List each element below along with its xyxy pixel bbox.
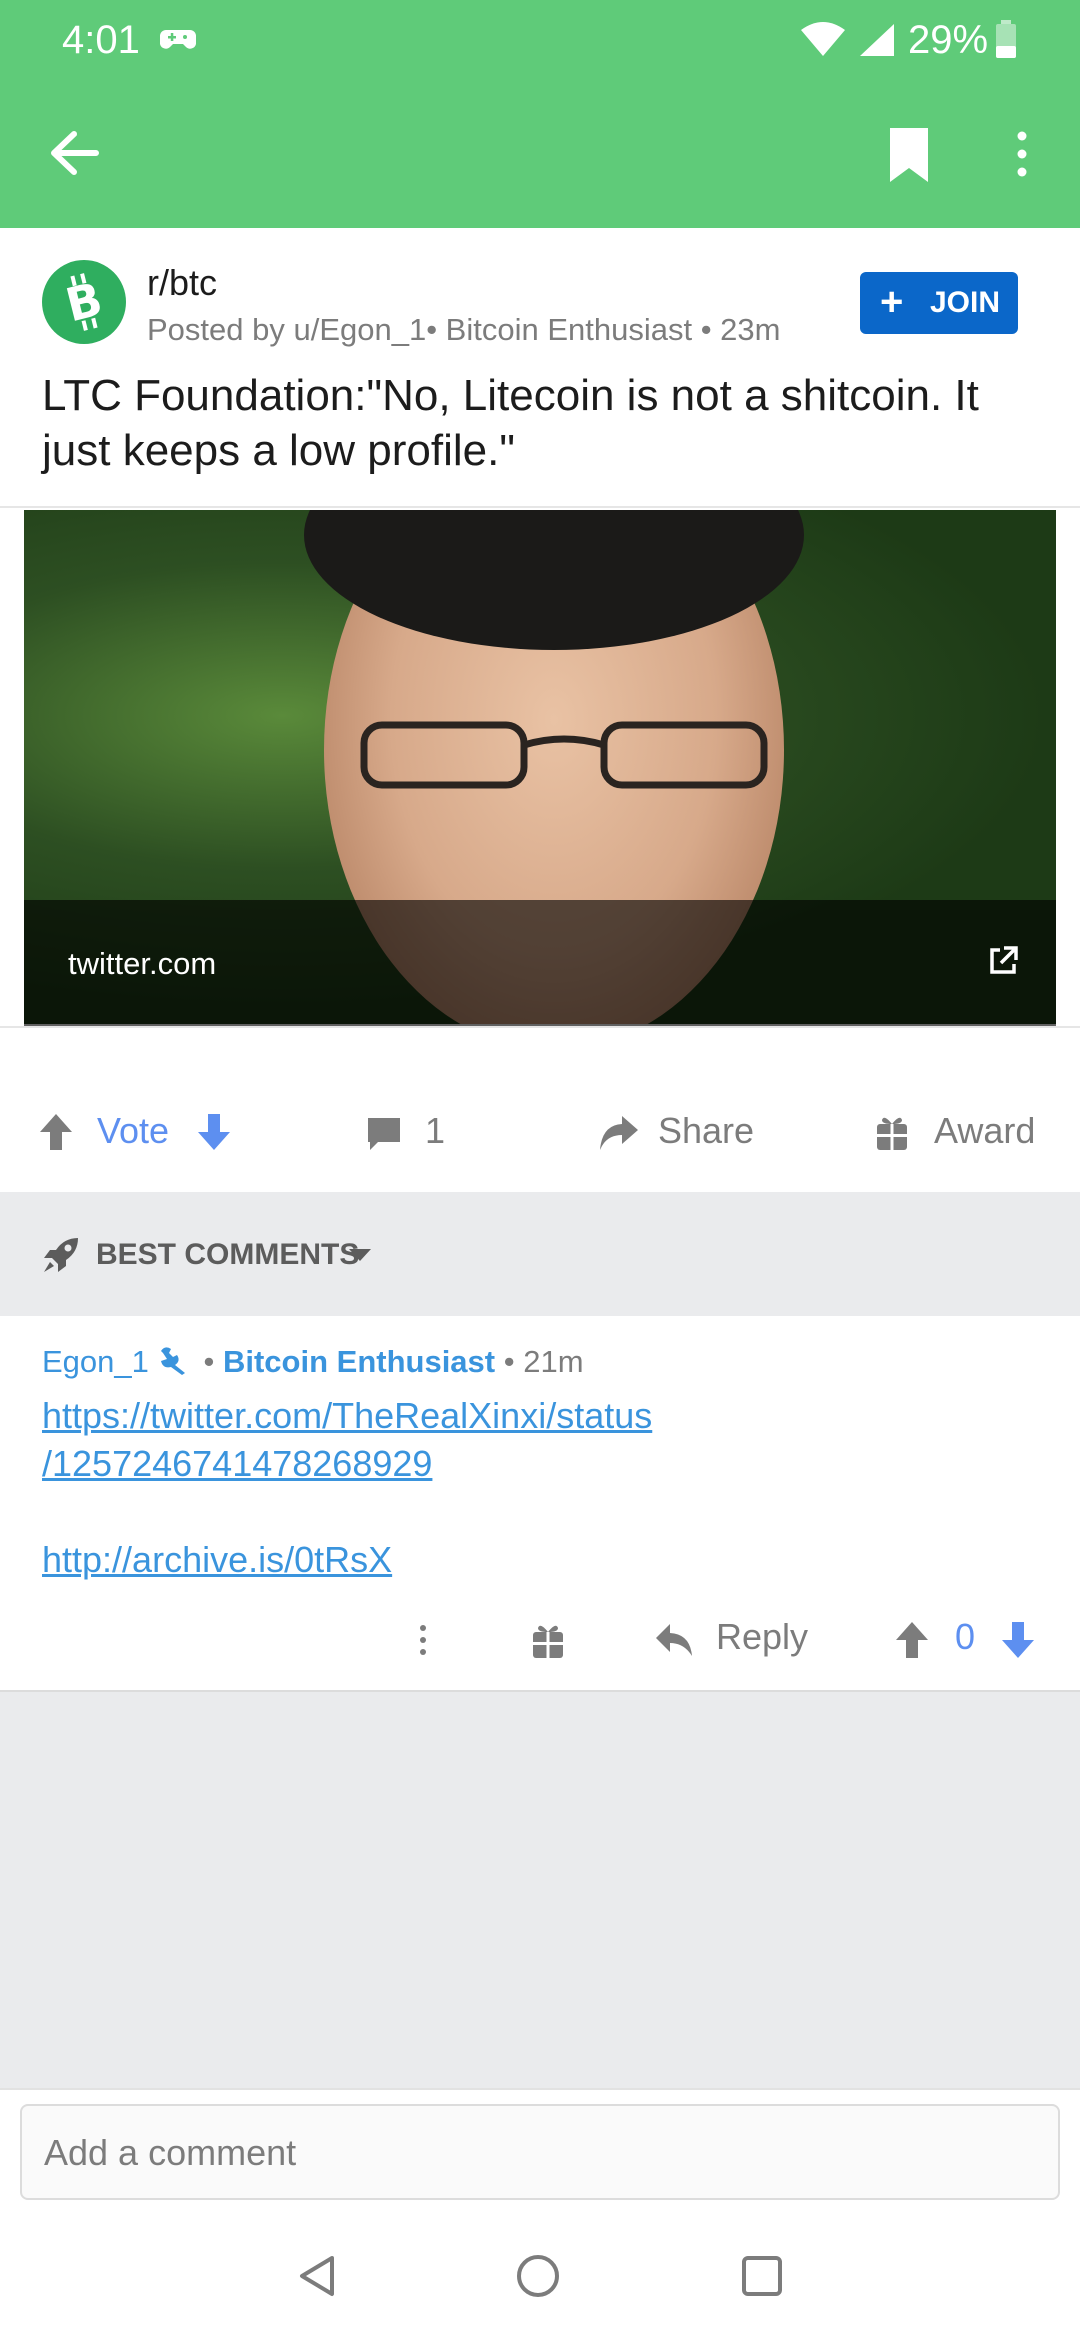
- square-recents-icon: [742, 2256, 782, 2296]
- more-vertical-icon: [1017, 131, 1027, 177]
- vote-label: Vote: [97, 1110, 170, 1151]
- award-button[interactable]: [874, 1112, 910, 1157]
- comment-link-twitter-cont[interactable]: /1257246741478268929: [42, 1440, 432, 1488]
- game-controller-icon: [160, 24, 196, 59]
- link-preview-card[interactable]: twitter.com: [0, 506, 1080, 1028]
- nav-home-button[interactable]: [514, 2252, 562, 2305]
- plus-icon: +: [880, 280, 904, 324]
- comment-upvote-button[interactable]: [894, 1620, 930, 1665]
- award-label: Award: [934, 1110, 1036, 1151]
- downvote-arrow-icon: [1002, 1622, 1034, 1658]
- comment-score: 0: [955, 1616, 976, 1657]
- share-button[interactable]: [596, 1110, 640, 1159]
- subreddit-avatar[interactable]: B: [42, 260, 126, 344]
- subreddit-name[interactable]: r/btc: [147, 262, 217, 304]
- nav-recents-button[interactable]: [740, 2254, 784, 2303]
- comment-award-button[interactable]: [530, 1620, 566, 1665]
- add-comment-placeholder: Add a comment: [44, 2132, 297, 2173]
- comment-flair: Bitcoin Enthusiast: [222, 1344, 496, 1379]
- comment-count: 1: [425, 1110, 446, 1151]
- reply-label: Reply: [716, 1616, 809, 1657]
- post-title: LTC Foundation:"No, Litecoin is not a sh…: [42, 371, 979, 475]
- share-arrow-icon: [600, 1116, 638, 1150]
- gift-icon: [533, 1625, 563, 1658]
- external-link-icon: [990, 946, 1018, 974]
- reply-arrow-icon: [656, 1624, 692, 1656]
- downvote-button[interactable]: [196, 1112, 232, 1157]
- comments-button[interactable]: [364, 1114, 404, 1159]
- battery-percent: 29%: [908, 18, 989, 62]
- thumbnail-glasses: [360, 721, 768, 789]
- bookmark-icon: [890, 128, 928, 182]
- downvote-arrow-icon: [198, 1114, 230, 1150]
- triangle-back-icon: [300, 2256, 334, 2296]
- circle-home-icon: [517, 2255, 559, 2297]
- comment-link-archive[interactable]: http://archive.is/0tRsX: [42, 1536, 392, 1584]
- comment-author[interactable]: Egon_1: [42, 1344, 149, 1379]
- join-button[interactable]: + JOIN: [860, 272, 1018, 334]
- comment-sort-bar[interactable]: BEST COMMENTS: [0, 1192, 1080, 1316]
- upvote-button[interactable]: [38, 1112, 74, 1157]
- add-comment-input[interactable]: Add a comment: [20, 2104, 1060, 2200]
- post-header: B r/btc Posted by u/Egon_1• Bitcoin Enth…: [0, 228, 1080, 508]
- app-header: 4:01 29%: [0, 0, 1080, 228]
- system-navigation-bar: [0, 2208, 1080, 2340]
- back-button[interactable]: [40, 118, 110, 188]
- comment-more-button[interactable]: [410, 1620, 436, 1665]
- comment-bubble-icon: [368, 1118, 400, 1150]
- post-meta: Posted by u/Egon_1• Bitcoin Enthusiast •…: [147, 312, 781, 347]
- nav-back-button[interactable]: [296, 2254, 340, 2303]
- chevron-down-icon: [348, 1248, 372, 1267]
- link-domain-bar: twitter.com: [24, 900, 1056, 1026]
- comment-age: 21m: [523, 1344, 584, 1379]
- status-time: 4:01: [62, 18, 140, 62]
- link-domain: twitter.com: [68, 946, 217, 981]
- more-options-button[interactable]: [1000, 120, 1044, 190]
- save-post-button[interactable]: [880, 122, 940, 192]
- comment-link-twitter[interactable]: https://twitter.com/TheRealXinxi/status: [42, 1392, 652, 1440]
- back-arrow-icon: [51, 131, 99, 175]
- status-bar: 4:01 29%: [0, 0, 1080, 80]
- moderator-wrench-icon: [157, 1345, 191, 1383]
- empty-comments-area: [0, 1690, 1080, 2090]
- wifi-icon: [800, 22, 846, 63]
- cellular-signal-icon: [856, 22, 896, 63]
- comment-meta: Egon_1 • Bitcoin Enthusiast • 21m: [42, 1344, 584, 1383]
- more-vertical-icon: [420, 1625, 426, 1655]
- gift-icon: [877, 1117, 907, 1150]
- bitcoin-cash-logo-icon: B: [60, 272, 107, 333]
- comment-downvote-button[interactable]: [1000, 1620, 1036, 1665]
- reply-button[interactable]: [654, 1620, 694, 1665]
- comment-item: Egon_1 • Bitcoin Enthusiast • 21m https:…: [0, 1316, 1080, 1690]
- battery-icon: [994, 20, 1018, 65]
- comment-composer-bar: Add a comment: [0, 2088, 1080, 2210]
- post-action-bar: Vote 1 Share Award: [0, 1080, 1080, 1190]
- upvote-arrow-icon: [40, 1114, 72, 1150]
- upvote-arrow-icon: [896, 1622, 928, 1658]
- join-label: JOIN: [930, 286, 1001, 319]
- rocket-icon: [42, 1236, 80, 1279]
- share-label: Share: [658, 1110, 755, 1151]
- sort-label: BEST COMMENTS: [96, 1238, 360, 1271]
